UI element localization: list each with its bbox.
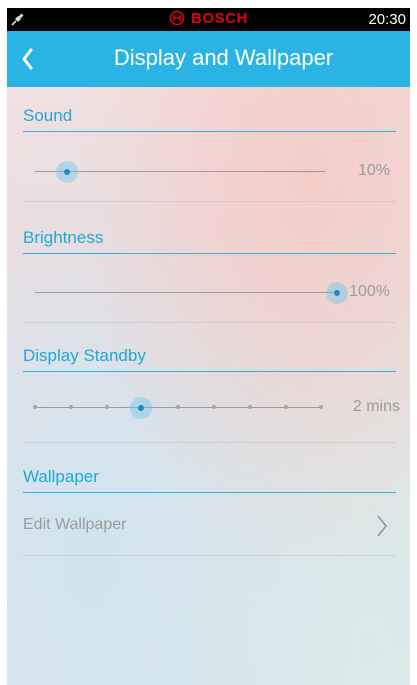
standby-tick [212, 405, 216, 409]
sound-slider-thumb[interactable] [56, 161, 78, 183]
section-header-wallpaper: Wallpaper [23, 467, 396, 493]
page-title: Display and Wallpaper [113, 45, 334, 70]
back-button[interactable] [13, 43, 41, 75]
section-header-display-standby: Display Standby [23, 346, 396, 372]
chevron-right-icon [377, 515, 387, 537]
app-bar: Display and Wallpaper [7, 31, 410, 87]
sound-value: 10% [357, 162, 390, 179]
sound-slider-track[interactable] [35, 171, 325, 172]
status-bar: BOSCH 20:30 [7, 8, 410, 31]
standby-tick [176, 405, 180, 409]
brightness-value: 100% [349, 283, 390, 300]
section-header-brightness: Brightness [23, 228, 396, 254]
standby-tick [319, 405, 323, 409]
brightness-slider-row: 100% [23, 263, 396, 323]
brand-name: BOSCH [191, 10, 248, 27]
standby-tick [33, 405, 37, 409]
standby-slider-row: 2 mins [23, 383, 400, 443]
section-header-sound: Sound [23, 106, 396, 132]
standby-tick [284, 405, 288, 409]
standby-tick [105, 405, 109, 409]
phone-screen: BOSCH 20:30 Display and Wallpaper Sound … [7, 8, 410, 685]
standby-tick [69, 405, 73, 409]
sound-slider-row: 10% [23, 142, 396, 202]
clock-time: 20:30 [368, 11, 406, 28]
edit-wallpaper-row[interactable]: Edit Wallpaper [23, 502, 396, 556]
brightness-slider-thumb[interactable] [326, 282, 348, 304]
bosch-logo-icon [169, 10, 185, 26]
standby-value: 2 mins [352, 398, 400, 415]
brand: BOSCH [7, 10, 410, 27]
brightness-slider-track[interactable] [35, 292, 335, 293]
edit-wallpaper-label: Edit Wallpaper [23, 516, 127, 533]
standby-tick [248, 405, 252, 409]
standby-slider-thumb[interactable] [130, 397, 152, 419]
chevron-left-icon [22, 48, 33, 70]
